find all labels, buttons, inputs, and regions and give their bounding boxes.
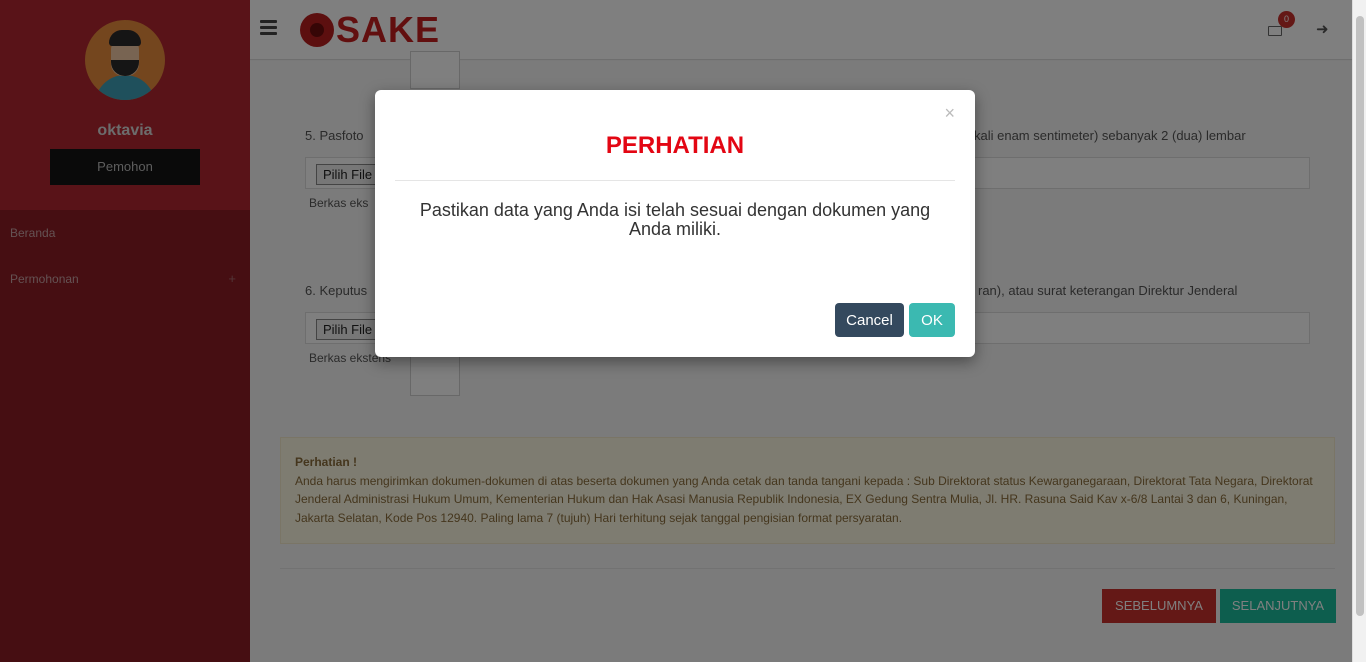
cancel-button[interactable]: Cancel [835, 303, 904, 337]
ok-button[interactable]: OK [909, 303, 955, 337]
modal-title: PERHATIAN [605, 132, 745, 159]
confirmation-modal: × PERHATIAN Pastikan data yang Anda isi … [375, 90, 975, 357]
modal-divider [395, 180, 955, 181]
close-icon[interactable]: × [944, 104, 955, 122]
modal-message: Pastikan data yang Anda isi telah sesuai… [419, 200, 931, 239]
scrollbar[interactable] [1352, 0, 1366, 662]
